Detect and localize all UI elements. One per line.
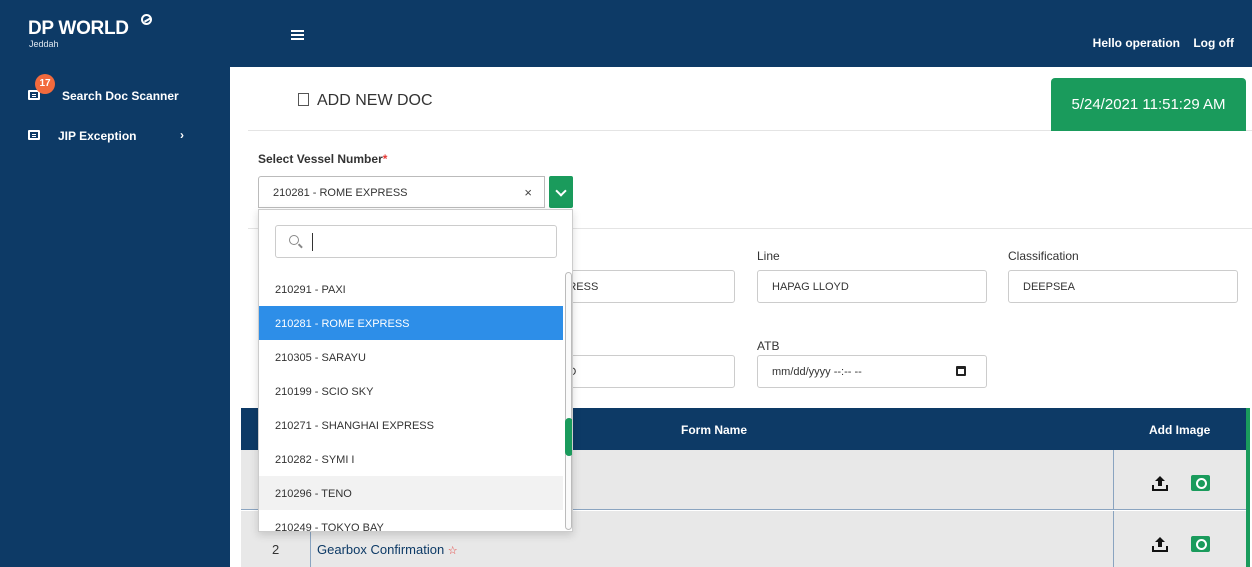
scanner-icon <box>28 130 40 140</box>
atb-datetime-input[interactable]: mm/dd/yyyy --:-- -- <box>757 355 987 388</box>
required-marker: * <box>382 152 388 166</box>
vessel-name-field[interactable]: PRESS <box>546 270 735 303</box>
chevron-right-icon: › <box>180 128 184 142</box>
sidebar: 17 Search Doc Scanner JIP Exception › <box>0 67 230 567</box>
dropdown-option[interactable]: 210199 - SCIO SKY <box>259 374 563 408</box>
line-label: Line <box>757 249 780 263</box>
dp-world-logo[interactable]: DP WORLD Jeddah <box>28 14 152 49</box>
camera-icon[interactable] <box>1191 536 1210 552</box>
column-header-add-image: Add Image <box>1149 423 1211 437</box>
dropdown-scrollbar[interactable] <box>565 272 572 530</box>
document-icon <box>298 93 309 106</box>
add-image-cell <box>1113 450 1249 509</box>
scroll-accent <box>1246 408 1250 567</box>
vessel-select-value: 210281 - ROME EXPRESS <box>273 187 408 199</box>
upload-icon[interactable] <box>1151 475 1169 493</box>
dropdown-option[interactable]: 210271 - SHANGHAI EXPRESS <box>259 408 563 442</box>
dropdown-option[interactable]: 210249 - TOKYO BAY <box>259 510 563 531</box>
logoff-link[interactable]: Log off <box>1193 36 1234 50</box>
dropdown-scroll-thumb[interactable] <box>565 418 572 456</box>
form-name-cell: Gearbox Confirmation ☆ <box>317 542 458 557</box>
greeting-text: Hello operation <box>1092 36 1180 50</box>
globe-icon <box>141 14 152 25</box>
dropdown-search-input[interactable] <box>312 233 542 251</box>
page-title: ADD NEW DOC <box>298 92 433 110</box>
dropdown-option[interactable]: 210282 - SYMI I <box>259 442 563 476</box>
menu-toggle-icon[interactable] <box>291 30 304 41</box>
dropdown-search[interactable] <box>275 225 557 258</box>
user-area: Hello operation Log off <box>1083 36 1234 50</box>
atb-label: ATB <box>757 339 780 353</box>
datetime-badge: 5/24/2021 11:51:29 AM <box>1051 78 1246 131</box>
classification-label: Classification <box>1008 249 1079 263</box>
vessel-dropdown-toggle-button[interactable] <box>549 176 573 208</box>
sidebar-item-jip-exception[interactable]: JIP Exception › <box>0 121 230 151</box>
search-icon <box>289 235 299 245</box>
camera-icon[interactable] <box>1191 475 1210 491</box>
line-field[interactable]: HAPAG LLOYD <box>757 270 987 303</box>
sidebar-item-search-doc-scanner[interactable]: 17 Search Doc Scanner <box>0 74 230 111</box>
calendar-icon[interactable] <box>956 366 966 376</box>
dropdown-option-selected[interactable]: 210281 - ROME EXPRESS <box>259 306 563 340</box>
vessel-select-label: Select Vessel Number* <box>258 152 388 166</box>
top-bar: DP WORLD Jeddah Hello operation Log off <box>0 0 1252 67</box>
status-field[interactable]: ED <box>546 355 735 388</box>
notification-badge: 17 <box>35 74 55 94</box>
dropdown-option[interactable]: 210291 - PAXI <box>259 272 563 306</box>
dropdown-option-hovered[interactable]: 210296 - TENO <box>259 476 563 510</box>
sidebar-item-label: JIP Exception <box>58 129 137 143</box>
logo-text: DP WORLD <box>28 18 129 39</box>
vessel-select[interactable]: 210281 - ROME EXPRESS × <box>258 176 545 208</box>
dropdown-option[interactable]: 210305 - SARAYU <box>259 340 563 374</box>
add-image-cell <box>1113 511 1249 567</box>
required-star-icon: ☆ <box>447 545 458 557</box>
vessel-dropdown-menu: 210291 - PAXI 210281 - ROME EXPRESS 2103… <box>258 209 573 532</box>
location-label: Jeddah <box>29 39 59 49</box>
atb-placeholder: mm/dd/yyyy --:-- -- <box>772 366 862 378</box>
upload-icon[interactable] <box>1151 536 1169 554</box>
column-header-form-name: Form Name <box>681 423 748 437</box>
classification-field[interactable]: DEEPSEA <box>1008 270 1238 303</box>
sidebar-item-label: Search Doc Scanner <box>62 89 179 103</box>
clear-icon[interactable]: × <box>524 185 532 200</box>
